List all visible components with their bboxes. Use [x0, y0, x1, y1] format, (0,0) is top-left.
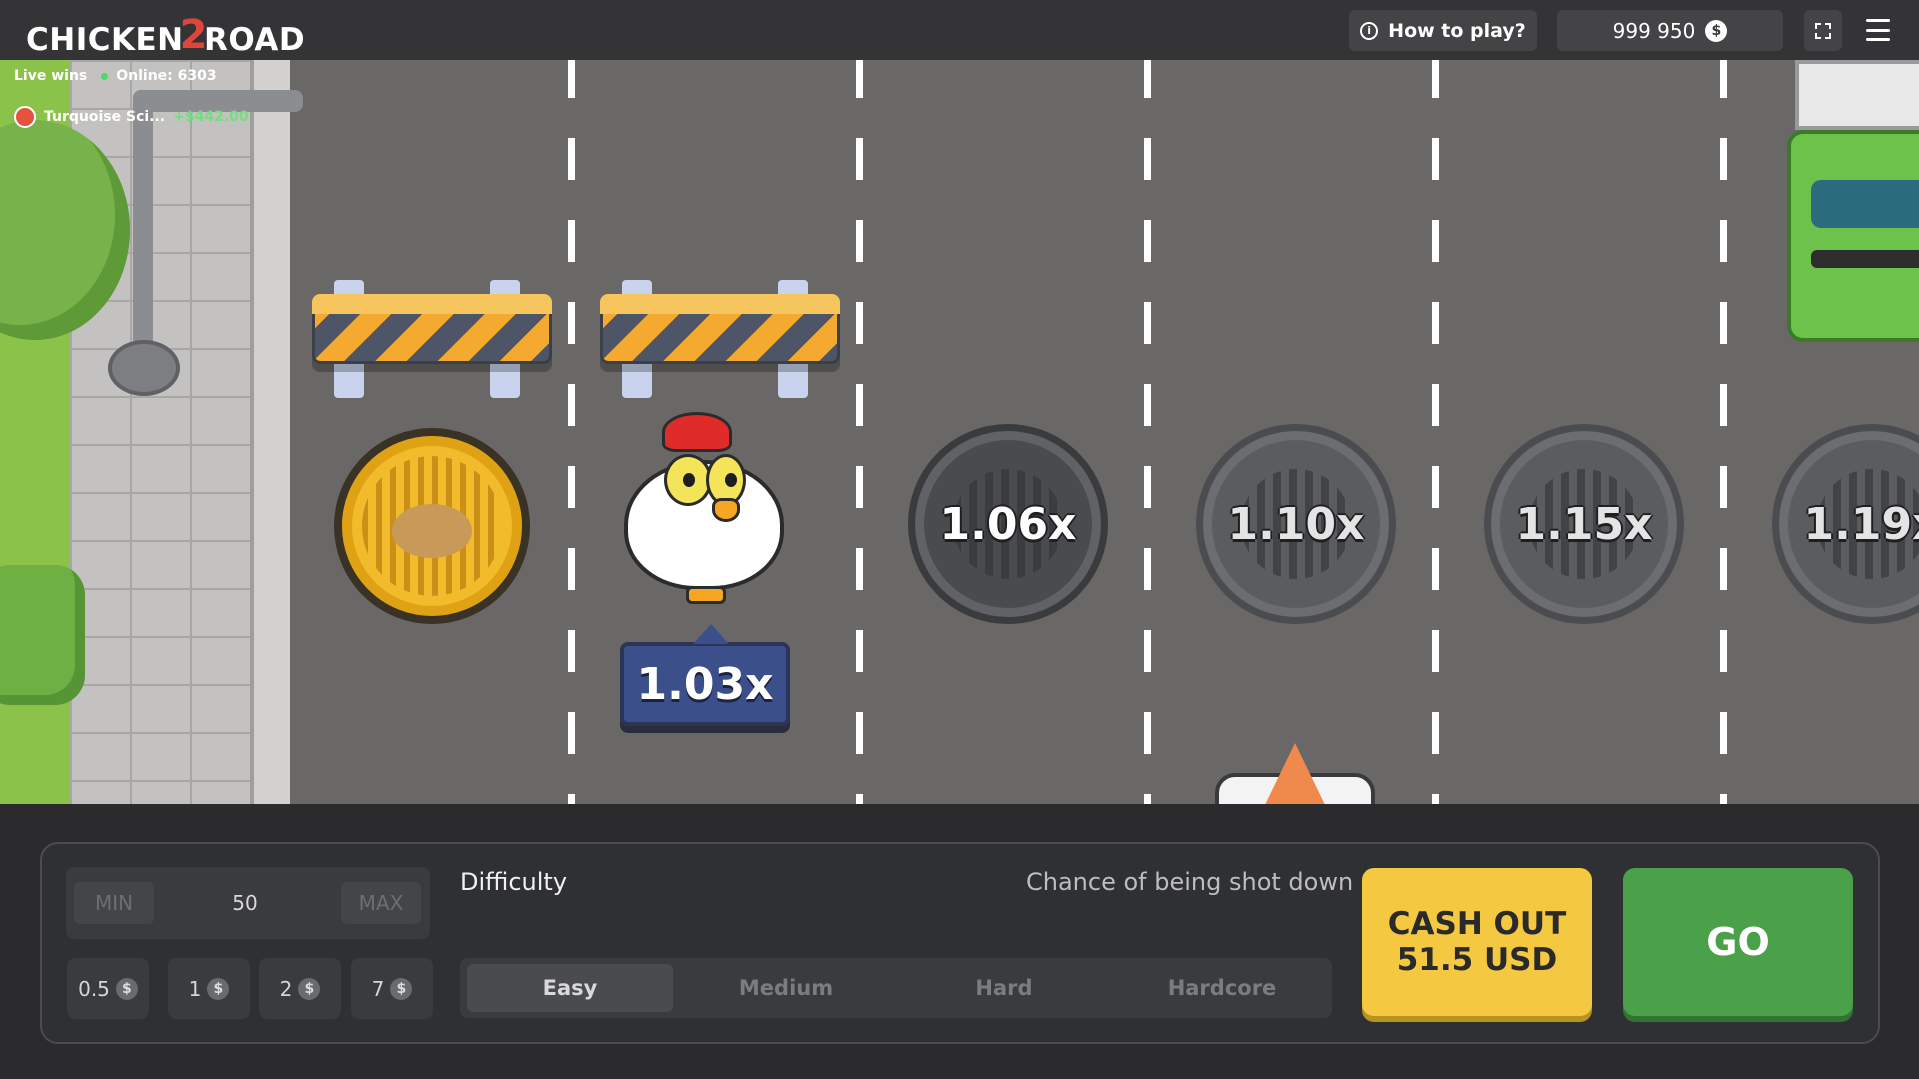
truck [1787, 60, 1919, 342]
info-icon: i [1360, 21, 1379, 40]
difficulty-hardcore[interactable]: Hardcore [1119, 964, 1325, 1012]
game-logo: CHICKEN2ROAD [26, 12, 306, 60]
chicken-beak [712, 498, 740, 522]
dollar-coin-icon: $ [390, 977, 413, 1000]
lane-divider [856, 60, 863, 804]
fullscreen-icon [1815, 22, 1831, 39]
quick-bet-chip[interactable]: 7 $ [351, 958, 433, 1019]
manhole-step: 1.19x [1772, 424, 1919, 624]
curb [250, 60, 290, 804]
live-wins-title: Live wins [14, 68, 88, 84]
chip-value: 1 [188, 976, 202, 1001]
logo-number: 2 [179, 12, 208, 58]
difficulty-medium[interactable]: Medium [683, 964, 889, 1012]
top-bar: CHICKEN2ROAD i How to play? 999 950 $ [0, 0, 1919, 60]
bush [0, 565, 85, 705]
max-bet-button[interactable]: MAX [341, 882, 421, 924]
online-dot-icon [101, 73, 109, 80]
roast-chicken-icon [392, 504, 472, 558]
lane-divider [1144, 60, 1151, 804]
truck-cargo [1795, 60, 1919, 130]
logo-word-road: ROAD [203, 22, 306, 58]
road-barrier [312, 280, 552, 398]
fullscreen-button[interactable] [1804, 10, 1842, 51]
street-lamp-pole [133, 90, 153, 380]
step-multiplier: 1.06x [939, 498, 1077, 550]
manhole-step[interactable]: 1.06x [908, 424, 1108, 624]
quick-bet-chip[interactable]: 1 $ [168, 958, 250, 1019]
barrier-top [312, 294, 552, 314]
lane-divider [1432, 60, 1439, 804]
current-multiplier-badge: 1.03x [620, 624, 790, 726]
difficulty-label: Difficulty [460, 868, 568, 896]
chip-value: 2 [279, 976, 293, 1001]
balance-display: 999 950 $ [1557, 10, 1783, 51]
chicken-eye [664, 454, 712, 506]
step-multiplier: 1.19x [1803, 498, 1919, 550]
street-lamp-base [108, 340, 180, 396]
dollar-coin-icon: $ [1705, 19, 1728, 42]
difficulty-hard[interactable]: Hard [901, 964, 1107, 1012]
road-scene: 1.03x 1.06x 1.10x 1.15x 1.19x [0, 60, 1919, 804]
chance-label: Chance of being shot down [1026, 868, 1354, 896]
traffic-cone [1215, 743, 1375, 804]
difficulty-easy[interactable]: Easy [467, 964, 673, 1012]
cash-out-amount: 51.5 USD [1396, 942, 1558, 978]
truck-grill [1811, 250, 1919, 268]
chicken-player [614, 410, 794, 610]
dollar-coin-icon: $ [115, 977, 138, 1000]
chicken-feet [686, 586, 726, 604]
quick-bet-chip[interactable]: 2 $ [259, 958, 341, 1019]
hamburger-menu-button[interactable] [1861, 14, 1895, 46]
online-count: Online: 6303 [101, 68, 217, 84]
manhole-step: 1.15x [1484, 424, 1684, 624]
dollar-coin-icon: $ [298, 977, 321, 1000]
balance-value: 999 950 [1612, 18, 1696, 43]
bet-amount-input[interactable]: 50 [200, 882, 290, 924]
logo-word-chicken: CHICKEN [26, 22, 184, 58]
player-name: Turquoise Sci... [44, 109, 166, 125]
truck-cab [1787, 130, 1919, 342]
dollar-coin-icon: $ [207, 977, 230, 1000]
game-app: CHICKEN2ROAD i How to play? 999 950 $ 1.… [0, 0, 1919, 1079]
live-win-entry: Turquoise Sci... +$442.00 [14, 106, 249, 128]
win-amount: +$442.00 [173, 109, 249, 125]
how-to-play-label: How to play? [1388, 19, 1526, 42]
online-count-label: Online: 6303 [116, 68, 217, 84]
road-barrier [600, 280, 840, 398]
chicken-comb [662, 412, 732, 452]
menu-bar [1866, 19, 1890, 22]
truck-windshield [1811, 180, 1919, 228]
barrier-top [600, 294, 840, 314]
cone-tip [1261, 743, 1329, 804]
how-to-play-button[interactable]: i How to play? [1349, 10, 1537, 51]
quick-bet-chip[interactable]: 0.5 $ [67, 958, 149, 1019]
lane-divider [568, 60, 575, 804]
player-avatar [14, 106, 36, 128]
live-wins-header: Live wins Online: 6303 [14, 68, 217, 84]
chip-value: 0.5 [78, 976, 110, 1001]
step-multiplier: 1.15x [1515, 498, 1653, 550]
min-bet-button[interactable]: MIN [74, 882, 154, 924]
cash-out-button[interactable]: CASH OUT 51.5 USD [1362, 868, 1592, 1016]
menu-bar [1866, 28, 1890, 32]
menu-bar [1866, 38, 1890, 41]
go-button[interactable]: GO [1623, 868, 1853, 1016]
chip-value: 7 [371, 976, 385, 1001]
manhole-step: 1.10x [1196, 424, 1396, 624]
step-multiplier: 1.10x [1227, 498, 1365, 550]
cash-out-label: CASH OUT [1387, 906, 1567, 942]
current-multiplier-value: 1.03x [636, 658, 774, 710]
passed-gold-coin [334, 428, 530, 624]
lane-divider [1720, 60, 1727, 804]
